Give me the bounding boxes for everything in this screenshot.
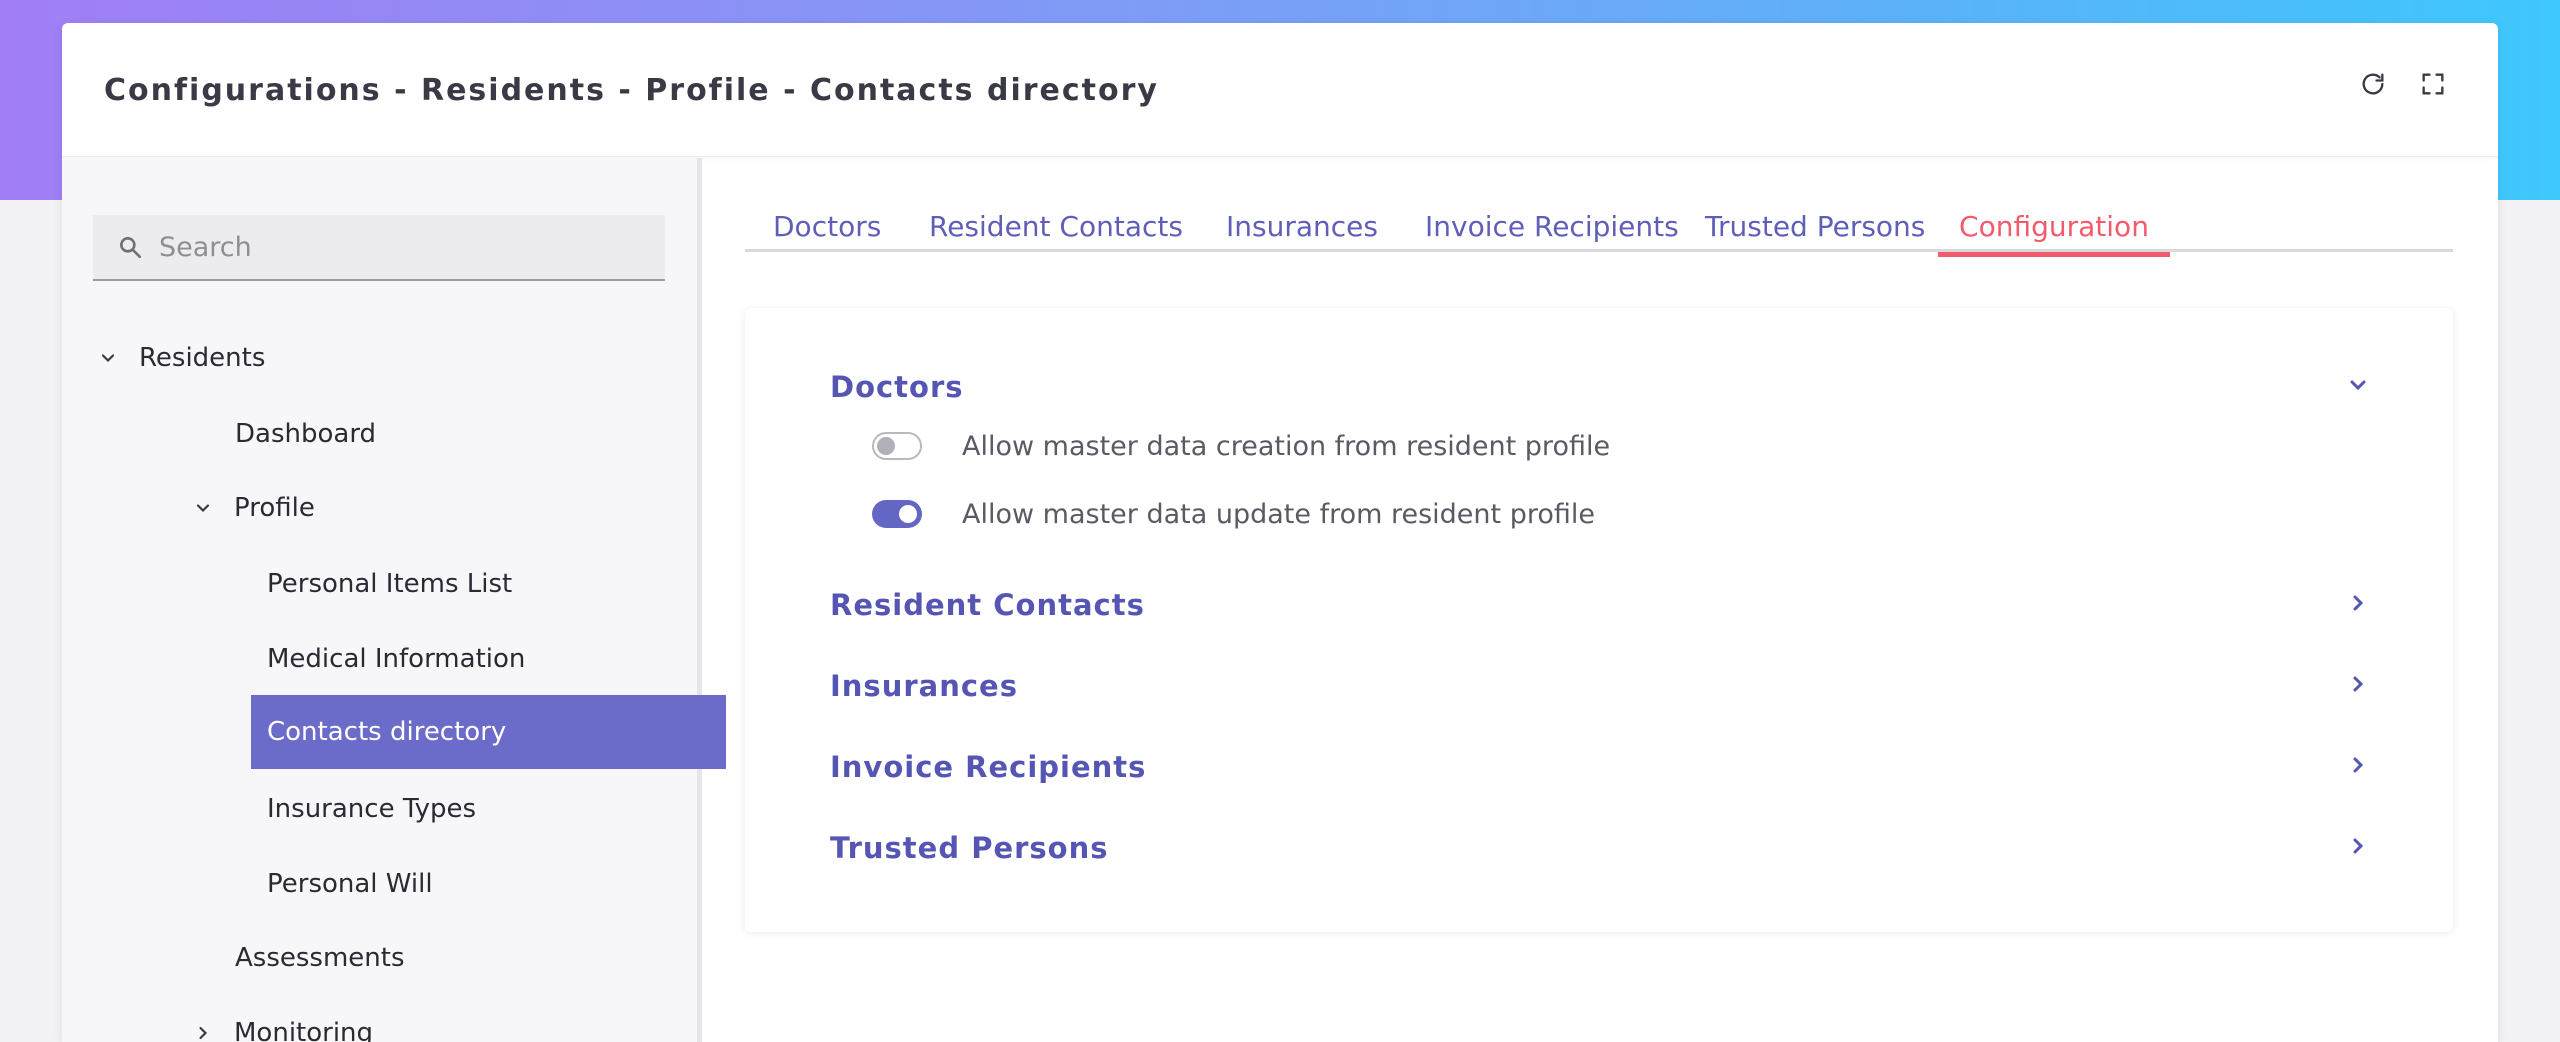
toggle-allow-update[interactable]: [872, 500, 922, 528]
chevron-right-icon: [188, 1018, 218, 1042]
section-invoice-recipients-header[interactable]: Invoice Recipients: [830, 742, 2370, 792]
tab-invoice-recipients[interactable]: Invoice Recipients: [1425, 210, 1679, 252]
tab-insurances[interactable]: Insurances: [1226, 210, 1378, 252]
header-actions: [2358, 69, 2448, 99]
section-insurances-header[interactable]: Insurances: [830, 661, 2370, 711]
section-resident-contacts-header[interactable]: Resident Contacts: [830, 580, 2370, 630]
section-title: Insurances: [830, 669, 1018, 703]
sidebar-item-label: Dashboard: [235, 419, 377, 449]
sidebar-item-contacts-directory[interactable]: Contacts directory: [251, 695, 726, 769]
main-card: Configurations - Residents - Profile - C…: [62, 23, 2498, 1042]
fullscreen-icon: [2422, 73, 2444, 95]
chevron-right-icon: [2346, 672, 2370, 700]
sidebar-item-label: Medical Information: [267, 644, 526, 674]
sidebar-item-monitoring[interactable]: Monitoring: [188, 996, 373, 1042]
sidebar-item-personal-will[interactable]: Personal Will: [251, 847, 666, 921]
sidebar-item-label: Contacts directory: [267, 717, 507, 747]
page-header: Configurations - Residents - Profile - C…: [62, 23, 2498, 157]
tab-doctors[interactable]: Doctors: [773, 210, 881, 252]
sidebar-item-label: Personal Will: [267, 869, 433, 899]
chevron-down-icon: [2346, 373, 2370, 401]
section-doctors-header[interactable]: Doctors: [830, 362, 2370, 412]
sidebar-item-label: Residents: [139, 343, 266, 373]
sidebar-item-label: Assessments: [235, 943, 405, 973]
sidebar-item-label: Insurance Types: [267, 794, 477, 824]
section-title: Resident Contacts: [830, 588, 1145, 622]
section-title: Trusted Persons: [830, 831, 1109, 865]
option-row: Allow master data creation from resident…: [872, 424, 1610, 468]
refresh-icon: [2362, 73, 2384, 95]
tab-trusted-persons[interactable]: Trusted Persons: [1705, 210, 1925, 252]
section-title: Invoice Recipients: [830, 750, 1147, 784]
chevron-right-icon: [2346, 753, 2370, 781]
breadcrumb: Configurations - Residents - Profile - C…: [104, 73, 1159, 108]
sidebar-item-profile[interactable]: Profile: [188, 471, 315, 545]
toggle-allow-creation[interactable]: [872, 432, 922, 460]
search-input[interactable]: [159, 231, 639, 263]
sidebar-item-personal-items-list[interactable]: Personal Items List: [251, 547, 666, 621]
chevron-down-icon: [188, 493, 218, 523]
tab-configuration[interactable]: Configuration: [1938, 210, 2170, 257]
refresh-button[interactable]: [2358, 69, 2388, 99]
tab-resident-contacts[interactable]: Resident Contacts: [929, 210, 1183, 252]
sidebar-item-label: Monitoring: [234, 1018, 374, 1042]
sidebar-item-dashboard[interactable]: Dashboard: [172, 397, 666, 471]
fullscreen-button[interactable]: [2418, 69, 2448, 99]
sidebar-item-label: Profile: [234, 493, 315, 523]
sidebar-item-insurance-types[interactable]: Insurance Types: [251, 772, 666, 846]
chevron-right-icon: [2346, 834, 2370, 862]
section-title: Doctors: [830, 370, 964, 404]
chevron-down-icon: [93, 343, 123, 373]
tab-bar: Doctors Resident Contacts Insurances Inv…: [745, 210, 2453, 257]
search-box: [93, 215, 665, 281]
sidebar-item-medical-information[interactable]: Medical Information: [251, 622, 666, 696]
option-row: Allow master data update from resident p…: [872, 492, 1595, 536]
search-icon: [120, 237, 142, 259]
section-trusted-persons-header[interactable]: Trusted Persons: [830, 823, 2370, 873]
toggle-label: Allow master data update from resident p…: [962, 498, 1595, 530]
toggle-label: Allow master data creation from resident…: [962, 430, 1611, 462]
chevron-right-icon: [2346, 591, 2370, 619]
sidebar-item-label: Personal Items List: [267, 569, 513, 599]
sidebar-item-assessments[interactable]: Assessments: [235, 921, 666, 995]
main-content: Doctors Resident Contacts Insurances Inv…: [707, 158, 2498, 1042]
sidebar-item-residents[interactable]: Residents: [93, 321, 265, 395]
configuration-panel: Doctors Allow master data creation from …: [745, 308, 2453, 932]
sidebar: Residents Dashboard Profile Personal Ite…: [62, 158, 726, 1042]
